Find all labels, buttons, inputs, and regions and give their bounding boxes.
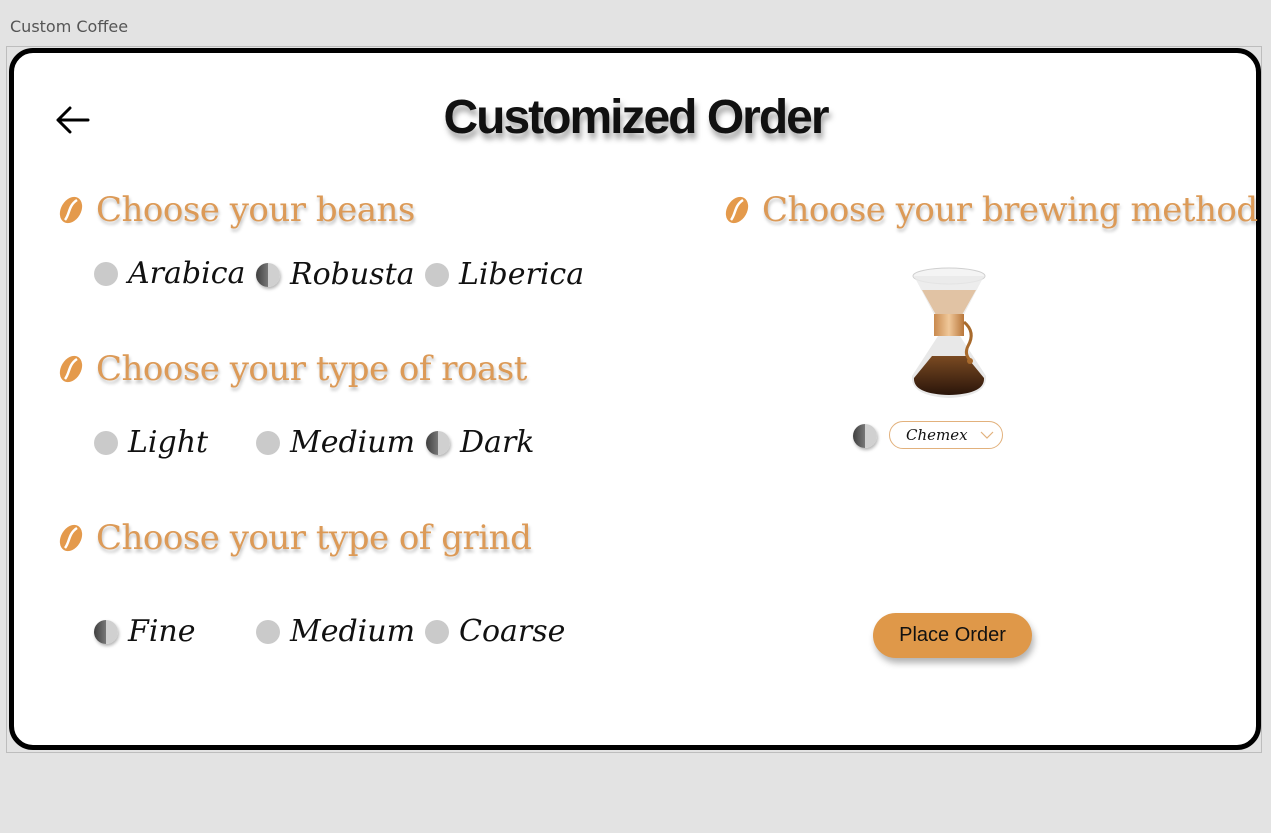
grind-option-label: Fine xyxy=(128,614,196,649)
chemex-coffee-maker-icon xyxy=(911,267,987,398)
coffee-bean-icon xyxy=(725,196,749,224)
window-title: Custom Coffee xyxy=(10,17,129,36)
grind-option-fine[interactable]: Fine xyxy=(94,614,196,649)
radio-liberica[interactable] xyxy=(425,262,449,287)
grind-option-label: Coarse xyxy=(459,614,566,649)
beans-heading-text: Choose your beans xyxy=(96,190,415,230)
beans-option-arabica[interactable]: Arabica xyxy=(94,256,245,291)
brewing-method-select[interactable]: Chemex xyxy=(889,421,1003,449)
radio-fine-selected[interactable] xyxy=(94,619,118,644)
radio-coarse[interactable] xyxy=(425,619,449,644)
beans-heading: Choose your beans xyxy=(58,190,415,230)
beans-option-liberica[interactable]: Liberica xyxy=(425,257,584,292)
roast-option-label: Medium xyxy=(290,425,416,460)
radio-medium-grind[interactable] xyxy=(256,619,280,644)
beans-option-label: Arabica xyxy=(128,256,246,291)
roast-option-light[interactable]: Light xyxy=(94,425,208,460)
grind-option-label: Medium xyxy=(290,614,416,649)
brewing-method-value: Chemex xyxy=(906,426,968,444)
radio-medium-roast[interactable] xyxy=(256,430,280,455)
beans-option-label: Liberica xyxy=(459,257,585,292)
order-card xyxy=(9,48,1261,750)
coffee-bean-icon xyxy=(59,355,83,383)
radio-light[interactable] xyxy=(94,430,118,455)
brewing-radio-selected[interactable] xyxy=(853,424,877,448)
place-order-button[interactable]: Place Order xyxy=(873,613,1032,658)
beans-option-robusta[interactable]: Robusta xyxy=(256,257,415,292)
roast-heading: Choose your type of roast xyxy=(58,349,527,389)
grind-heading: Choose your type of grind xyxy=(58,518,532,558)
roast-option-label: Dark xyxy=(460,425,535,460)
coffee-bean-icon xyxy=(59,524,83,552)
radio-arabica[interactable] xyxy=(94,261,118,286)
chevron-down-icon xyxy=(980,431,994,439)
roast-option-medium[interactable]: Medium xyxy=(256,425,415,460)
grind-heading-text: Choose your type of grind xyxy=(96,518,532,558)
coffee-bean-icon xyxy=(59,196,83,224)
beans-option-label: Robusta xyxy=(290,257,415,292)
radio-robusta-selected[interactable] xyxy=(256,262,280,287)
roast-option-label: Light xyxy=(128,425,209,460)
roast-option-dark[interactable]: Dark xyxy=(426,425,534,460)
brewing-heading: Choose your brewing method xyxy=(724,190,1258,230)
brewing-heading-text: Choose your brewing method xyxy=(762,190,1258,230)
radio-dark-selected[interactable] xyxy=(426,430,450,455)
roast-heading-text: Choose your type of roast xyxy=(96,349,527,389)
page-title: Customized Order xyxy=(443,91,829,144)
grind-option-medium[interactable]: Medium xyxy=(256,614,415,649)
grind-option-coarse[interactable]: Coarse xyxy=(425,614,565,649)
